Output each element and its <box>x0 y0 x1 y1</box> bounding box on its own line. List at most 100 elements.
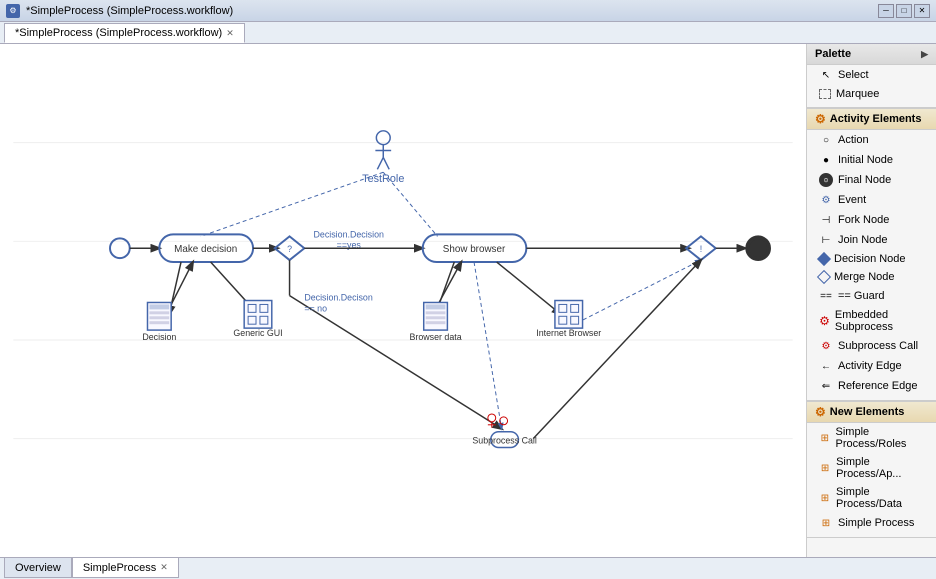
palette-guard[interactable]: == == Guard <box>807 286 936 306</box>
restore-button[interactable]: □ <box>896 4 912 18</box>
bottom-tab-simple-process[interactable]: SimpleProcess ✕ <box>72 558 179 578</box>
diagram-area[interactable]: TestRole Make decision <box>0 44 806 557</box>
tab-bar: *SimpleProcess (SimpleProcess.workflow) … <box>0 22 936 44</box>
palette-decision-node[interactable]: Decision Node <box>807 250 936 268</box>
palette-subprocess-call[interactable]: ⚙ Subprocess Call <box>807 336 936 356</box>
palette-marquee[interactable]: Marquee <box>807 85 936 103</box>
palette-expand-button[interactable]: ▶ <box>921 49 928 60</box>
palette-simple-process-data[interactable]: ⊞ Simple Process/Data <box>807 483 936 513</box>
final-node-icon: ⊙ <box>819 173 833 187</box>
decision-node-icon <box>817 252 831 266</box>
new-elements-label: New Elements <box>830 406 905 418</box>
workspace: TestRole Make decision <box>0 44 936 557</box>
diagram-svg: TestRole Make decision <box>0 44 806 557</box>
palette-header: Palette ▶ <box>807 44 936 65</box>
svg-text:Decision: Decision <box>142 332 176 342</box>
new-elements-section: ⚙ New Elements ⊞ Simple Process/Roles ⊞ … <box>807 401 936 538</box>
tab-close-icon[interactable]: ✕ <box>226 28 234 39</box>
svg-text:!: ! <box>700 244 702 254</box>
bottom-tab-overview-label: Overview <box>15 562 61 574</box>
merge-node-label: Merge Node <box>834 271 895 283</box>
palette-select[interactable]: ↖ Select <box>807 65 936 85</box>
activity-elements-header[interactable]: ⚙ Activity Elements <box>807 108 936 130</box>
palette-simple-process-ap[interactable]: ⊞ Simple Process/Ap... <box>807 453 936 483</box>
event-label: Event <box>838 194 866 206</box>
activity-edge-icon: ← <box>819 359 833 373</box>
svg-text:Internet Browser: Internet Browser <box>536 328 601 338</box>
svg-text:Decision.Decison: Decision.Decison <box>304 293 373 303</box>
bottom-bar: Overview SimpleProcess ✕ <box>0 557 936 579</box>
fork-node-label: Fork Node <box>838 214 889 226</box>
tab-simple-process[interactable]: *SimpleProcess (SimpleProcess.workflow) … <box>4 23 245 43</box>
simple-process-roles-icon: ⊞ <box>819 431 831 445</box>
palette-activity-edge[interactable]: ← Activity Edge <box>807 356 936 376</box>
palette-panel: Palette ▶ ↖ Select Marquee <box>806 44 936 557</box>
fork-node-icon: ⊣ <box>819 213 833 227</box>
main-content: TestRole Make decision <box>0 44 936 579</box>
svg-text:Make decision: Make decision <box>174 244 237 255</box>
tab-label: *SimpleProcess (SimpleProcess.workflow) <box>15 27 222 39</box>
title-bar: ⚙ *SimpleProcess (SimpleProcess.workflow… <box>0 0 936 22</box>
svg-text:== no: == no <box>304 303 327 313</box>
minimize-button[interactable]: ─ <box>878 4 894 18</box>
simple-process-ap-icon: ⊞ <box>819 461 831 475</box>
simple-process-label: Simple Process <box>838 517 914 529</box>
palette-title: Palette <box>815 48 851 60</box>
decision-node-label: Decision Node <box>834 253 906 265</box>
section-icon: ⚙ <box>815 112 826 126</box>
final-node-label: Final Node <box>838 174 891 186</box>
svg-text:Decision.Decision: Decision.Decision <box>314 229 384 239</box>
palette-final-node[interactable]: ⊙ Final Node <box>807 170 936 190</box>
palette-simple-process-roles[interactable]: ⊞ Simple Process/Roles <box>807 423 936 453</box>
new-elements-header[interactable]: ⚙ New Elements <box>807 401 936 423</box>
subprocess-call-label: Subprocess Call <box>838 340 918 352</box>
window-controls: ─ □ ✕ <box>878 4 930 18</box>
marquee-icon <box>819 89 831 99</box>
reference-edge-icon: ⇐ <box>819 379 833 393</box>
palette-merge-node[interactable]: Merge Node <box>807 268 936 286</box>
action-label: Action <box>838 134 869 146</box>
activity-elements-section: ⚙ Activity Elements ○ Action ● Initial N… <box>807 108 936 401</box>
svg-text:Show browser: Show browser <box>443 244 506 255</box>
guard-icon: == <box>819 289 833 303</box>
new-elements-section-icon: ⚙ <box>815 405 826 419</box>
reference-edge-label: Reference Edge <box>838 380 918 392</box>
bottom-tab-close-icon[interactable]: ✕ <box>160 562 168 573</box>
palette-join-node[interactable]: ⊢ Join Node <box>807 230 936 250</box>
svg-text:?: ? <box>287 244 292 254</box>
join-node-icon: ⊢ <box>819 233 833 247</box>
select-label: Select <box>838 69 869 81</box>
marquee-label: Marquee <box>836 88 879 100</box>
bottom-tab-overview[interactable]: Overview <box>4 558 72 578</box>
simple-process-data-label: Simple Process/Data <box>836 486 924 510</box>
event-icon: ⚙ <box>819 193 833 207</box>
guard-label: == Guard <box>838 290 884 302</box>
embedded-subprocess-label: Embedded Subprocess <box>835 309 924 333</box>
merge-node-icon <box>817 270 831 284</box>
simple-process-data-icon: ⊞ <box>819 491 831 505</box>
svg-text:Generic GUI: Generic GUI <box>233 328 282 338</box>
palette-event[interactable]: ⚙ Event <box>807 190 936 210</box>
app-window: ⚙ *SimpleProcess (SimpleProcess.workflow… <box>0 0 936 579</box>
select-icon: ↖ <box>819 68 833 82</box>
palette-fork-node[interactable]: ⊣ Fork Node <box>807 210 936 230</box>
svg-text:Browser data: Browser data <box>409 332 461 342</box>
svg-text:Subprocess Call: Subprocess Call <box>472 436 537 446</box>
bottom-tab-simple-process-label: SimpleProcess <box>83 562 156 574</box>
embedded-subprocess-icon: ⚙ <box>819 314 830 328</box>
window-title: *SimpleProcess (SimpleProcess.workflow) <box>26 5 872 17</box>
activity-elements-label: Activity Elements <box>830 113 922 125</box>
activity-edge-label: Activity Edge <box>838 360 902 372</box>
palette-reference-edge[interactable]: ⇐ Reference Edge <box>807 376 936 396</box>
tools-section: ↖ Select Marquee <box>807 65 936 108</box>
palette-action[interactable]: ○ Action <box>807 130 936 150</box>
palette-embedded-subprocess[interactable]: ⚙ Embedded Subprocess <box>807 306 936 336</box>
close-button[interactable]: ✕ <box>914 4 930 18</box>
svg-text:TestRole: TestRole <box>362 173 404 185</box>
palette-initial-node[interactable]: ● Initial Node <box>807 150 936 170</box>
action-icon: ○ <box>819 133 833 147</box>
simple-process-roles-label: Simple Process/Roles <box>836 426 924 450</box>
initial-node-icon: ● <box>819 153 833 167</box>
palette-simple-process[interactable]: ⊞ Simple Process <box>807 513 936 533</box>
subprocess-call-icon: ⚙ <box>819 339 833 353</box>
